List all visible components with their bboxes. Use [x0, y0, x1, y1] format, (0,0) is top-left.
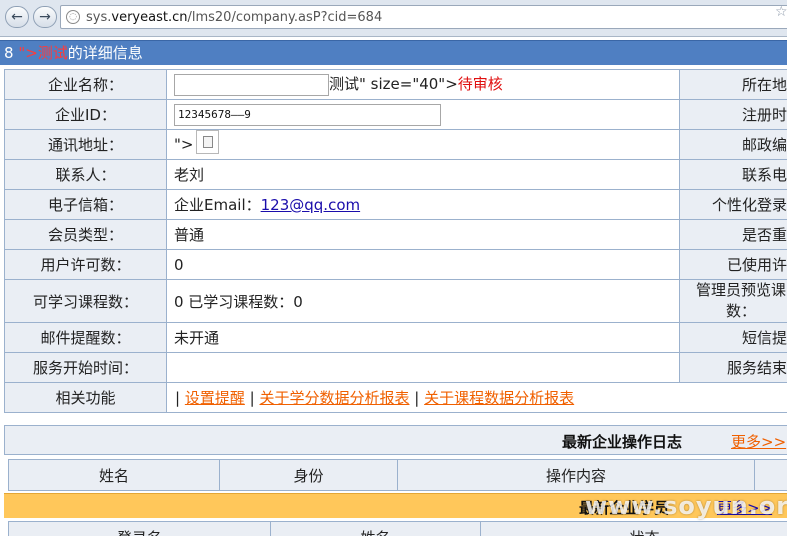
log-header: 最新企业操作日志 更多>>: [4, 425, 787, 455]
email-label: 电子信箱：: [4, 189, 167, 220]
log-col-role: 身份: [219, 459, 398, 491]
preview-courses-label-2: 数：: [725, 302, 756, 320]
service-start-label: 服务开始时间：: [4, 352, 167, 383]
broken-image-icon: [196, 130, 220, 154]
log-title: 最新企业操作日志: [562, 433, 683, 451]
log-col-name: 姓名: [8, 459, 220, 491]
members-col-status: 状态: [480, 521, 787, 536]
mail-reminder-value: 未开通: [166, 322, 680, 353]
contact-label: 联系人：: [4, 159, 167, 190]
course-report-link[interactable]: 关于课程数据分析报表: [424, 389, 574, 407]
member-type-value: 普通: [166, 219, 680, 250]
credit-report-link[interactable]: 关于学分数据分析报表: [259, 389, 409, 407]
members-title: 最新企业学员: [579, 499, 670, 517]
custom-login-label: 个性化登录地: [679, 189, 787, 220]
row-contact: 联系人： 老刘 联系电话: [4, 159, 787, 190]
member-type-label: 会员类型：: [4, 219, 167, 250]
phone-label: 联系电话: [679, 159, 787, 190]
browser-toolbar: ← → ◌ sys.veryeast.cn/lms20/company.asP?…: [0, 0, 787, 37]
company-name-label: 企业名称：: [4, 69, 167, 100]
user-license-label: 用户许可数：: [4, 249, 167, 280]
members-header-row: 登录名 姓名 状态: [8, 521, 787, 536]
service-start-value: [166, 352, 680, 383]
register-time-label: 注册时间: [679, 99, 787, 130]
row-courses: 可学习课程数： 0 已学习课程数：0 管理员预览课 数：: [4, 279, 787, 323]
log-more-link[interactable]: 更多>>: [731, 431, 786, 452]
members-more-link[interactable]: 更多>>: [717, 497, 772, 518]
company-id-input[interactable]: 12345678——9: [174, 103, 441, 126]
separator: |: [414, 389, 420, 407]
separator: |: [175, 389, 181, 407]
row-mail-reminder: 邮件提醒数： 未开通 短信提醒: [4, 322, 787, 353]
company-detail-table: 企业名称： 测试" size="40">待审核 所在地区 企业ID： 12345…: [4, 69, 787, 413]
members-table: 登录名 姓名 状态: [8, 521, 787, 536]
functions-label: 相关功能: [4, 382, 167, 413]
back-button[interactable]: ←: [5, 6, 29, 28]
members-col-login: 登录名: [8, 521, 271, 536]
page-title: 8 ">测试的详细信息: [0, 40, 787, 65]
email-link[interactable]: 123@qq.com: [261, 196, 360, 214]
row-user-license: 用户许可数： 0 已使用许可: [4, 249, 787, 280]
contact-value: 老刘: [166, 159, 680, 190]
url-text: sys.veryeast.cn/lms20/company.asP?cid=68…: [86, 10, 383, 25]
duplicate-label: 是否重复: [679, 219, 787, 250]
row-service-start: 服务开始时间： 服务结束时: [4, 352, 787, 383]
courses-label: 可学习课程数：: [4, 279, 167, 323]
postcode-label: 邮政编码: [679, 129, 787, 160]
row-company-id: 企业ID： 12345678——9 注册时间: [4, 99, 787, 130]
preview-courses-label: 管理员预览课: [695, 281, 786, 299]
company-id-label: 企业ID：: [4, 99, 167, 130]
row-functions: 相关功能 | 设置提醒 | 关于学分数据分析报表 | 关于课程数据分析报表: [4, 382, 787, 413]
region-label: 所在地区: [679, 69, 787, 100]
email-prefix: 企业Email：: [174, 196, 261, 214]
log-col-content: 操作内容: [397, 459, 755, 491]
user-license-value: 0: [166, 249, 680, 280]
service-end-label: 服务结束时: [679, 352, 787, 383]
company-name-input[interactable]: [174, 73, 329, 96]
set-reminder-link[interactable]: 设置提醒: [185, 389, 245, 407]
log-header-row: 姓名 身份 操作内容: [8, 459, 787, 491]
status-badge: 待审核: [457, 75, 503, 94]
members-header: 最新企业学员 更多>>: [4, 493, 787, 518]
row-address: 通讯地址： "> 邮政编码: [4, 129, 787, 160]
courses-value: 0 已学习课程数：0: [166, 279, 680, 323]
forward-button[interactable]: →: [33, 6, 57, 28]
log-col-extra: [754, 459, 787, 491]
address-value: ">: [174, 135, 194, 153]
separator: |: [249, 389, 255, 407]
mail-reminder-label: 邮件提醒数：: [4, 322, 167, 353]
row-member-type: 会员类型： 普通 是否重复: [4, 219, 787, 250]
row-company-name: 企业名称： 测试" size="40">待审核 所在地区: [4, 69, 787, 100]
page-icon: ◌: [66, 10, 80, 24]
sms-reminder-label: 短信提醒: [679, 322, 787, 353]
row-email: 电子信箱： 企业Email：123@qq.com 个性化登录地: [4, 189, 787, 220]
used-license-label: 已使用许可: [679, 249, 787, 280]
members-col-name: 姓名: [270, 521, 481, 536]
company-name-after: 测试" size="40">: [329, 75, 458, 94]
address-label: 通讯地址：: [4, 129, 167, 160]
favorite-star-icon[interactable]: ☆: [775, 4, 787, 20]
address-bar[interactable]: ◌ sys.veryeast.cn/lms20/company.asP?cid=…: [60, 5, 787, 29]
log-table: 姓名 身份 操作内容: [8, 459, 787, 491]
